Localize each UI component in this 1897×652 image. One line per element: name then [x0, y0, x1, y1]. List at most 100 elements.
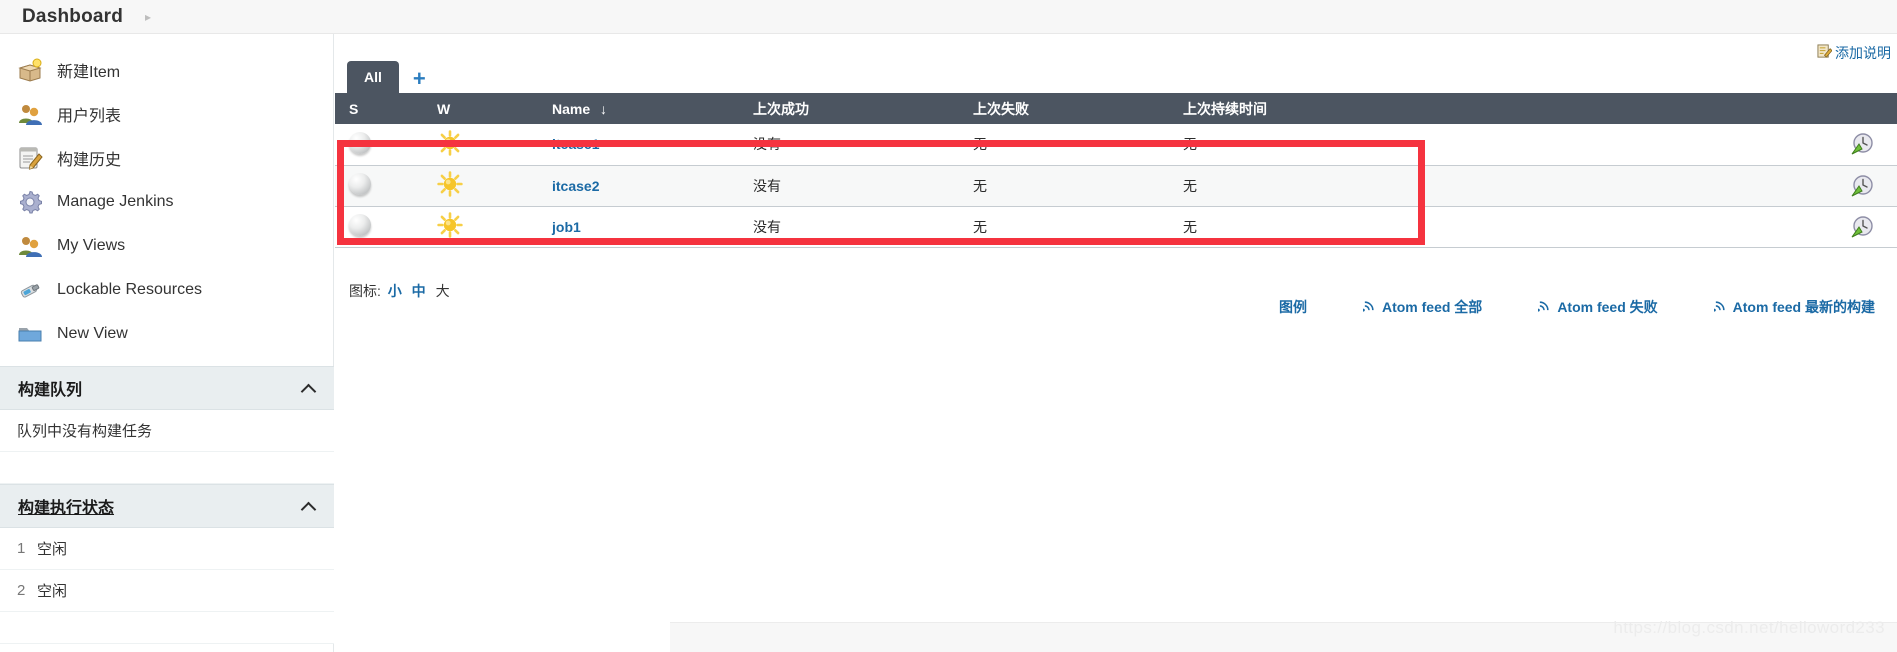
- jenkins-dashboard-page: Dashboard ▸ 新建Item 用户列表 构建历史 Manage Jenk…: [0, 0, 1897, 652]
- legend-link[interactable]: 图例: [1279, 297, 1307, 317]
- build-queue-spacer: [0, 452, 334, 484]
- table-row[interactable]: itcase1 没有 无 无: [335, 124, 1897, 166]
- job-link[interactable]: itcase2: [552, 178, 599, 194]
- icon-size-medium[interactable]: 中: [412, 283, 426, 299]
- build-executor-widget: 构建执行状态 1 空闲 2 空闲: [0, 484, 334, 644]
- chevron-up-icon[interactable]: [302, 499, 316, 513]
- executor-row[interactable]: 2 空闲: [0, 570, 334, 612]
- cell-weather: [423, 206, 538, 248]
- atom-feed-failures-label: Atom feed 失败: [1557, 299, 1658, 315]
- executor-number: 2: [17, 582, 26, 599]
- atom-feed-failures-link[interactable]: Atom feed 失败: [1537, 297, 1658, 317]
- icon-size-label: 图标:: [349, 283, 381, 299]
- sidebar-item-label: Lockable Resources: [57, 281, 202, 298]
- cell-last-failure: 无: [959, 165, 1169, 207]
- column-header-name[interactable]: Name ↓: [538, 93, 739, 124]
- sunny-icon: [437, 212, 463, 238]
- build-queue-header[interactable]: 构建队列: [0, 366, 334, 410]
- sidebar: 新建Item 用户列表 构建历史 Manage Jenkins My Views…: [0, 34, 334, 652]
- sunny-icon: [437, 130, 463, 156]
- new-item-box-icon: [17, 57, 43, 83]
- executor-status: 空闲: [37, 541, 68, 558]
- cell-last-success: 没有: [739, 124, 959, 166]
- gray-ball-icon[interactable]: [349, 173, 371, 195]
- build-executor-spacer: [0, 612, 334, 644]
- sunny-icon: [437, 171, 463, 197]
- cell-last-success: 没有: [739, 165, 959, 207]
- sidebar-item-my-views[interactable]: My Views: [0, 224, 333, 268]
- schedule-build-icon[interactable]: [1850, 215, 1874, 239]
- add-description-label: 添加说明: [1835, 45, 1891, 61]
- sort-arrow-down-icon: ↓: [600, 100, 608, 117]
- column-header-last-duration[interactable]: 上次持续时间: [1169, 93, 1454, 124]
- cell-status: [335, 165, 423, 207]
- sidebar-item-user-list[interactable]: 用户列表: [0, 92, 333, 136]
- atom-feed-latest-builds-link[interactable]: Atom feed 最新的构建: [1712, 297, 1875, 317]
- add-view-button[interactable]: +: [399, 68, 440, 93]
- cell-weather: [423, 165, 538, 207]
- sidebar-item-new-view[interactable]: New View: [0, 312, 333, 356]
- build-queue-empty-text: 队列中没有构建任务: [17, 423, 153, 440]
- table-row[interactable]: itcase2 没有 无 无: [335, 165, 1897, 207]
- cell-last-duration: 无: [1169, 165, 1454, 207]
- sidebar-item-label: 新建Item: [57, 64, 121, 81]
- cell-name: job1: [538, 206, 739, 248]
- cell-last-duration: 无: [1169, 124, 1454, 166]
- cell-name: itcase1: [538, 124, 739, 166]
- cell-actions: [1454, 206, 1897, 248]
- breadcrumb-root[interactable]: Dashboard: [22, 6, 123, 28]
- add-description-link[interactable]: 添加说明: [1817, 43, 1891, 63]
- sidebar-item-new-item[interactable]: 新建Item: [0, 48, 333, 92]
- sidebar-item-label: Manage Jenkins: [57, 193, 174, 210]
- cell-last-failure: 无: [959, 206, 1169, 248]
- sidebar-item-label: 用户列表: [57, 108, 122, 125]
- column-header-last-success[interactable]: 上次成功: [739, 93, 959, 124]
- build-executor-header[interactable]: 构建执行状态: [0, 484, 334, 528]
- rss-icon: [1537, 299, 1551, 315]
- gear-icon: [17, 189, 43, 215]
- icon-size-small[interactable]: 小: [388, 283, 402, 299]
- executor-row[interactable]: 1 空闲: [0, 528, 334, 570]
- sidebar-item-label: 构建历史: [57, 152, 122, 169]
- notepad-pencil-icon: [17, 145, 43, 171]
- cell-actions: [1454, 165, 1897, 207]
- tab-all[interactable]: All: [347, 61, 399, 93]
- schedule-build-icon[interactable]: [1850, 174, 1874, 198]
- chevron-up-icon[interactable]: [302, 381, 316, 395]
- edit-description-icon: [1817, 44, 1833, 62]
- column-header-status[interactable]: S: [335, 93, 423, 124]
- breadcrumb: Dashboard ▸: [0, 0, 1897, 34]
- atom-feed-latest-builds-label: Atom feed 最新的构建: [1732, 299, 1875, 315]
- job-link[interactable]: itcase1: [552, 136, 599, 152]
- view-tabs: All +: [347, 60, 440, 93]
- cell-weather: [423, 124, 538, 166]
- cell-actions: [1454, 124, 1897, 166]
- sidebar-item-lockable-resources[interactable]: Lockable Resources: [0, 268, 333, 312]
- column-header-weather[interactable]: W: [423, 93, 538, 124]
- column-header-name-label: Name: [552, 100, 591, 117]
- gray-ball-icon[interactable]: [349, 214, 371, 236]
- cell-status: [335, 124, 423, 166]
- sidebar-nav-list: 新建Item 用户列表 构建历史 Manage Jenkins My Views…: [0, 34, 333, 366]
- column-header-last-failure[interactable]: 上次失败: [959, 93, 1169, 124]
- atom-feed-all-label: Atom feed 全部: [1381, 299, 1483, 315]
- build-queue-title: 构建队列: [18, 382, 83, 399]
- schedule-build-icon[interactable]: [1850, 132, 1874, 156]
- build-queue-empty-row: 队列中没有构建任务: [0, 410, 334, 452]
- sidebar-item-manage-jenkins[interactable]: Manage Jenkins: [0, 180, 333, 224]
- sidebar-item-label: My Views: [57, 237, 126, 254]
- icon-size-large[interactable]: 大: [436, 283, 450, 299]
- main-content: 添加说明 All + S W Name ↓ 上次成功 上次失败 上次持续时间 i…: [335, 34, 1897, 652]
- breadcrumb-chevron-icon[interactable]: ▸: [145, 10, 151, 24]
- atom-feed-all-link[interactable]: Atom feed 全部: [1361, 297, 1483, 317]
- sidebar-item-build-history[interactable]: 构建历史: [0, 136, 333, 180]
- cell-last-failure: 无: [959, 124, 1169, 166]
- table-header-row: S W Name ↓ 上次成功 上次失败 上次持续时间: [335, 93, 1897, 124]
- gray-ball-icon[interactable]: [349, 131, 371, 154]
- cell-status: [335, 206, 423, 248]
- usb-key-icon: [17, 277, 43, 303]
- cell-last-success: 没有: [739, 206, 959, 248]
- build-executor-title: 构建执行状态: [18, 500, 115, 517]
- job-link[interactable]: job1: [552, 219, 581, 235]
- table-row[interactable]: job1 没有 无 无: [335, 206, 1897, 248]
